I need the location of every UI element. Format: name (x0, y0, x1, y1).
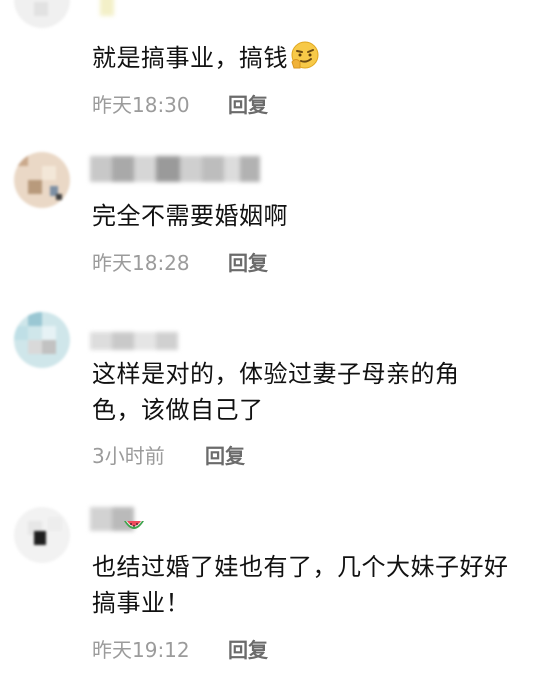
avatar[interactable] (14, 0, 70, 28)
comment-time: 昨天18:28 (92, 251, 190, 275)
comment-time: 昨天19:12 (92, 638, 190, 662)
reply-button[interactable]: 回复 (228, 92, 268, 118)
avatar[interactable] (14, 312, 70, 368)
comment-time: 昨天18:30 (92, 93, 190, 117)
avatar[interactable] (14, 507, 70, 563)
reply-button[interactable]: 回复 (205, 443, 245, 469)
reply-button[interactable]: 回复 (228, 637, 268, 663)
comment-item: 完全不需要婚姻啊 昨天18:28 回复 (0, 140, 550, 295)
username[interactable] (90, 0, 130, 16)
avatar[interactable] (14, 152, 70, 208)
comment-item: 就是搞事业，搞钱 昨天18:30 回复 (0, 0, 550, 140)
comment-text: 也结过婚了娃也有了，几个大妹子好好搞事业！ (92, 553, 509, 617)
username[interactable] (90, 156, 260, 182)
comment-item: 也结过婚了娃也有了，几个大妹子好好搞事业！ 昨天19:12 回复 (0, 495, 550, 673)
comment-text: 这样是对的，体验过妻子母亲的角色，该做自己了 (92, 360, 460, 424)
comment-time: 3小时前 (92, 444, 165, 468)
username[interactable] (90, 332, 178, 350)
comment-text-content: 就是搞事业，搞钱 (92, 44, 288, 72)
reply-button[interactable]: 回复 (228, 250, 268, 276)
comment-text: 完全不需要婚姻啊 (92, 202, 288, 230)
comment-text: 就是搞事业，搞钱 (92, 40, 530, 76)
smirk-face-emoji-icon (290, 40, 320, 70)
watermelon-icon (122, 517, 146, 535)
comment-item: 这样是对的，体验过妻子母亲的角色，该做自己了 3小时前 回复 (0, 300, 550, 490)
